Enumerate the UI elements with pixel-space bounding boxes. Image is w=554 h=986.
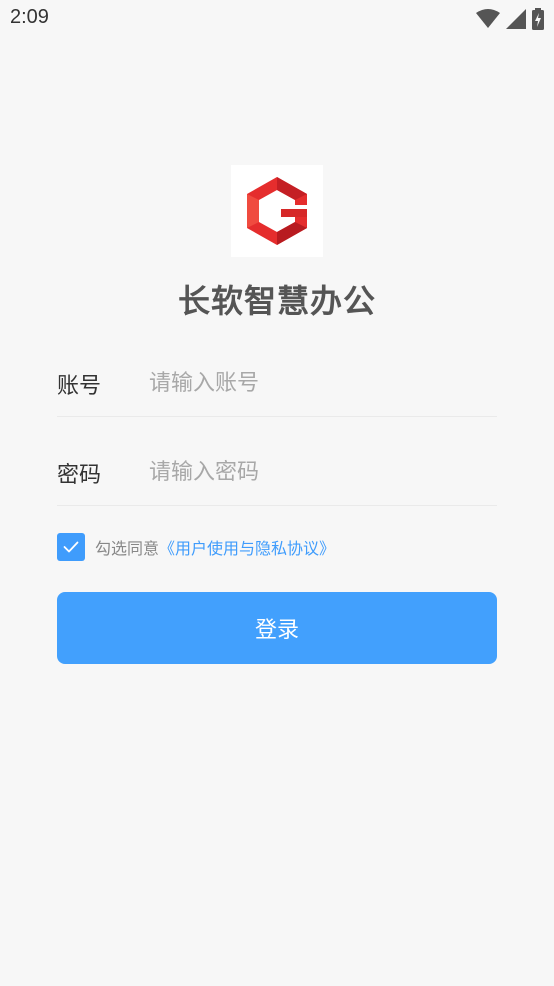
- wifi-icon: [476, 9, 500, 29]
- login-screen: 2:09 长软智慧办公 账号 请输入账号 密码 勾选同意 《用户使用与隐私协议》…: [0, 0, 554, 986]
- status-bar: 2:09: [0, 0, 554, 38]
- battery-charging-icon: [532, 8, 544, 30]
- status-time: 2:09: [10, 6, 49, 28]
- signal-icon: [506, 9, 526, 29]
- password-label: 密码: [57, 463, 102, 488]
- checkmark-icon: [63, 538, 79, 557]
- app-title: 长软智慧办公: [177, 282, 376, 320]
- account-row: 账号: [57, 354, 497, 417]
- agreement-text: 勾选同意: [95, 539, 160, 558]
- agreement-row: 勾选同意 《用户使用与隐私协议》: [57, 533, 335, 561]
- app-logo: [231, 165, 323, 257]
- login-button[interactable]: 登录: [57, 592, 497, 664]
- red-g-logo-icon: [231, 165, 323, 257]
- account-label: 账号: [57, 374, 102, 399]
- status-icons: [476, 8, 544, 30]
- password-row: 密码: [57, 443, 497, 506]
- account-input[interactable]: [149, 362, 489, 404]
- privacy-agreement-link[interactable]: 《用户使用与隐私协议》: [159, 535, 335, 559]
- password-input[interactable]: [149, 451, 489, 493]
- agreement-checkbox[interactable]: [57, 533, 85, 561]
